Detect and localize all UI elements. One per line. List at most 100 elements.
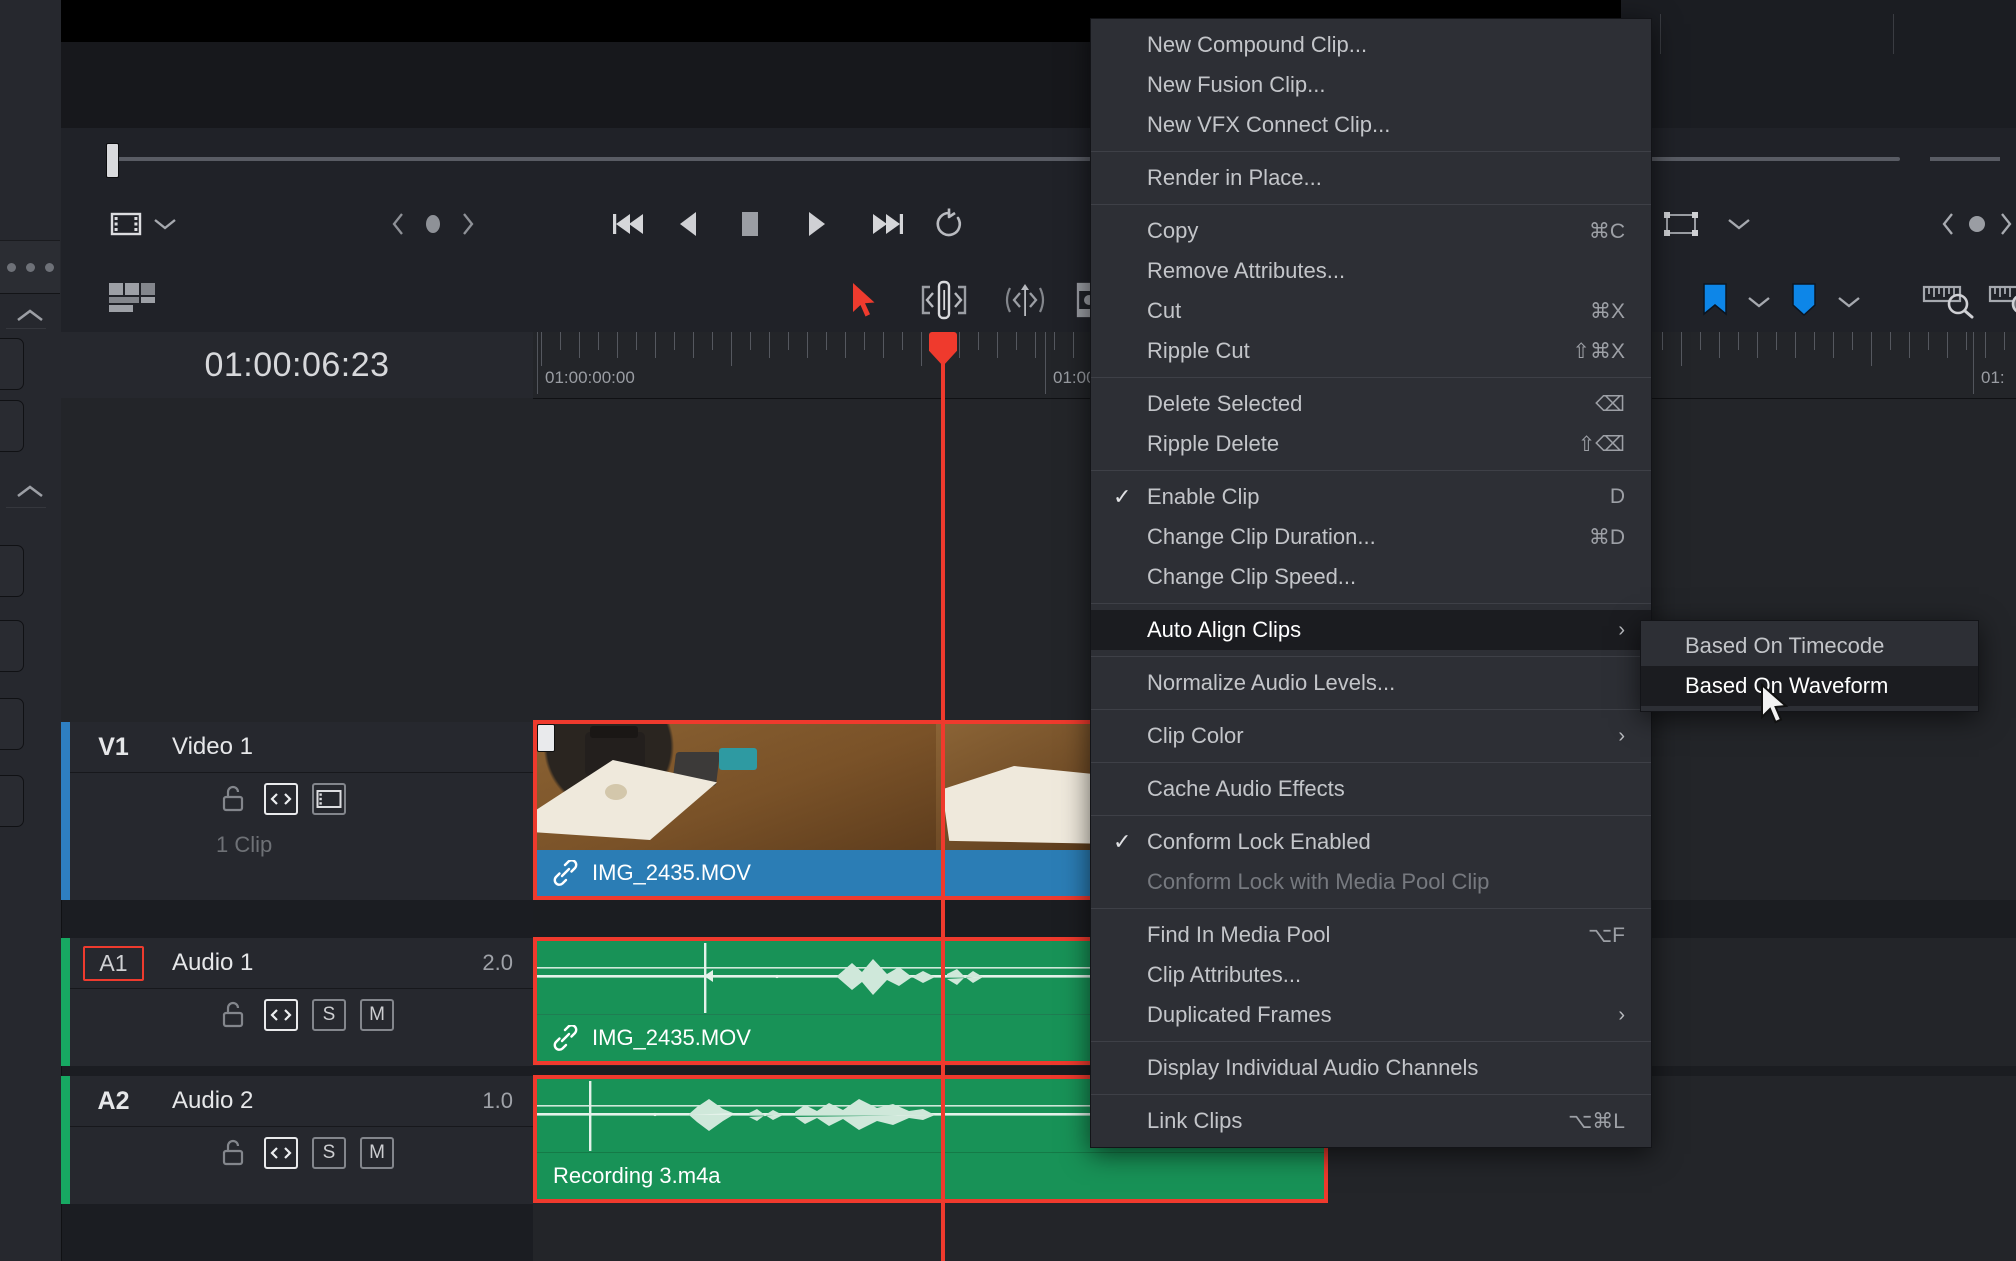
- skip-forward-icon: [866, 209, 906, 239]
- rail-button-2[interactable]: [0, 400, 24, 452]
- menu-item-clip-attributes[interactable]: Clip Attributes...: [1091, 955, 1651, 995]
- inspector-gap: [1621, 0, 2016, 128]
- rail-button-4[interactable]: [0, 620, 24, 672]
- ruler-tick: [1871, 332, 1872, 366]
- menu-item-change-clip-speed[interactable]: Change Clip Speed...: [1091, 557, 1651, 597]
- rail-collapse-up-button[interactable]: [0, 292, 60, 338]
- marker-color-dropdown[interactable]: [1746, 294, 1772, 310]
- zoom-to-fit-button[interactable]: [1922, 281, 1976, 319]
- auto-align-clips-submenu[interactable]: Based On TimecodeBased On Waveform: [1640, 620, 1979, 712]
- ruler-tick: [1738, 332, 1739, 350]
- track-name-A2[interactable]: Audio 2: [157, 1087, 482, 1115]
- menu-item-duplicated-frames[interactable]: Duplicated Frames›: [1091, 995, 1651, 1035]
- track-video-enable-toggle[interactable]: [312, 783, 346, 815]
- track-gain-A1[interactable]: 2.0: [482, 950, 533, 976]
- track-lock-toggle[interactable]: [216, 783, 250, 815]
- track-solo-toggle[interactable]: S: [312, 1137, 346, 1169]
- menu-item-display-individual-audio-channels[interactable]: Display Individual Audio Channels: [1091, 1048, 1651, 1088]
- menu-item-new-compound-clip[interactable]: New Compound Clip...: [1091, 25, 1651, 65]
- menu-item-find-in-media-pool[interactable]: Find In Media Pool⌥F: [1091, 915, 1651, 955]
- jump-to-start-button[interactable]: [610, 209, 650, 239]
- rail-button-6[interactable]: [0, 775, 24, 827]
- jump-to-end-button[interactable]: [866, 209, 906, 239]
- track-header-A1[interactable]: A1 Audio 1 2.0 S M: [61, 938, 534, 1066]
- ruler-tick: [712, 332, 713, 350]
- menu-item-normalize-audio-levels[interactable]: Normalize Audio Levels...: [1091, 663, 1651, 703]
- track-lock-toggle[interactable]: [216, 1137, 250, 1169]
- transform-mode-button[interactable]: [1663, 211, 1699, 237]
- keyframe-nav-group[interactable]: [1940, 211, 2014, 237]
- menu-item-copy[interactable]: Copy⌘C: [1091, 211, 1651, 251]
- track-auto-select-toggle[interactable]: [264, 1137, 298, 1169]
- track-name-A1[interactable]: Audio 1: [157, 949, 482, 977]
- track-header-V1[interactable]: V1 Video 1 1 Clip: [61, 722, 534, 900]
- submenu-item-based-on-waveform[interactable]: Based On Waveform: [1641, 666, 1978, 706]
- track-header-A2[interactable]: A2 Audio 2 1.0 S M: [61, 1076, 534, 1204]
- menu-item-auto-align-clips[interactable]: Auto Align Clips›: [1091, 610, 1651, 650]
- menu-item-shortcut: ⌥⌘L: [1528, 1109, 1625, 1134]
- flag-button[interactable]: [1789, 281, 1819, 319]
- menu-item-cut[interactable]: Cut⌘X: [1091, 291, 1651, 331]
- timeline-current-timecode[interactable]: 01:00:06:23: [61, 332, 533, 399]
- viewer-mode-button[interactable]: [110, 210, 142, 238]
- transform-mode-dropdown[interactable]: [1726, 216, 1752, 232]
- track-mute-toggle[interactable]: M: [360, 1137, 394, 1169]
- ruler-major-tick: [537, 332, 538, 394]
- track-lock-toggle[interactable]: [216, 999, 250, 1031]
- track-clip-count: 1 Clip: [216, 832, 272, 858]
- track-mute-toggle[interactable]: M: [360, 999, 394, 1031]
- ruler-tick: [1947, 332, 1948, 358]
- track-name-V1[interactable]: Video 1: [157, 733, 533, 761]
- trim-edit-mode-tool[interactable]: [918, 280, 970, 320]
- menu-item-clip-color[interactable]: Clip Color›: [1091, 716, 1651, 756]
- menu-item-render-in-place[interactable]: Render in Place...: [1091, 158, 1651, 198]
- reverse-play-button[interactable]: [676, 209, 700, 239]
- marker-button[interactable]: [1700, 281, 1730, 319]
- track-id-A1[interactable]: A1: [70, 946, 157, 981]
- menu-item-link-clips[interactable]: Link Clips⌥⌘L: [1091, 1101, 1651, 1141]
- loop-button[interactable]: [932, 207, 966, 241]
- track-id-A2[interactable]: A2: [70, 1087, 157, 1116]
- track-auto-select-toggle[interactable]: [264, 783, 298, 815]
- menu-item-conform-lock-enabled[interactable]: ✓Conform Lock Enabled: [1091, 822, 1651, 862]
- track-solo-toggle[interactable]: S: [312, 999, 346, 1031]
- marker-nav-group[interactable]: [390, 211, 476, 237]
- menu-item-new-vfx-connect-clip[interactable]: New VFX Connect Clip...: [1091, 105, 1651, 145]
- selection-mode-tool[interactable]: [850, 281, 880, 319]
- clip-context-menu[interactable]: New Compound Clip...New Fusion Clip...Ne…: [1090, 18, 1652, 1148]
- clip-trim-handle[interactable]: [537, 724, 555, 752]
- auto-select-icon: [269, 791, 293, 807]
- menu-item-cache-audio-effects[interactable]: Cache Audio Effects: [1091, 769, 1651, 809]
- menu-item-remove-attributes[interactable]: Remove Attributes...: [1091, 251, 1651, 291]
- timeline-playhead[interactable]: [941, 332, 945, 1261]
- dynamic-trim-mode-tool[interactable]: [1000, 280, 1050, 320]
- menu-item-enable-clip[interactable]: ✓Enable ClipD: [1091, 477, 1651, 517]
- submenu-item-based-on-timecode[interactable]: Based On Timecode: [1641, 626, 1978, 666]
- flag-color-dropdown[interactable]: [1836, 294, 1862, 310]
- track-auto-select-toggle[interactable]: [264, 999, 298, 1031]
- rail-overflow-handle[interactable]: [0, 240, 60, 294]
- play-button[interactable]: [804, 209, 828, 239]
- menu-item-shortcut: ⌫: [1555, 392, 1625, 417]
- menu-item-ripple-delete[interactable]: Ripple Delete⇧⌫: [1091, 424, 1651, 464]
- lock-open-icon: [220, 785, 246, 813]
- menu-item-new-fusion-clip[interactable]: New Fusion Clip...: [1091, 65, 1651, 105]
- menu-item-delete-selected[interactable]: Delete Selected⌫: [1091, 384, 1651, 424]
- rail-button-3[interactable]: [0, 545, 24, 597]
- menu-separator: [1091, 709, 1651, 710]
- menu-item-change-clip-duration[interactable]: Change Clip Duration...⌘D: [1091, 517, 1651, 557]
- stop-button[interactable]: [738, 209, 762, 239]
- scrubber-track-right[interactable]: [1930, 157, 2000, 161]
- rail-button-5[interactable]: [0, 698, 24, 750]
- menu-item-ripple-cut[interactable]: Ripple Cut⇧⌘X: [1091, 331, 1651, 371]
- rail-button-1[interactable]: [0, 338, 24, 390]
- track-id-V1[interactable]: V1: [70, 733, 157, 762]
- track-gain-A2[interactable]: 1.0: [482, 1088, 533, 1114]
- scrubber-playhead[interactable]: [106, 143, 119, 178]
- viewer-mode-dropdown[interactable]: [152, 216, 178, 232]
- detail-zoom-button[interactable]: [1988, 281, 2016, 319]
- viewer-scrubber-area[interactable]: [61, 128, 2016, 184]
- menu-item-label: Cache Audio Effects: [1147, 776, 1345, 802]
- arrow-cursor-icon: [1760, 683, 1794, 727]
- timeline-view-options-button[interactable]: [108, 281, 156, 315]
